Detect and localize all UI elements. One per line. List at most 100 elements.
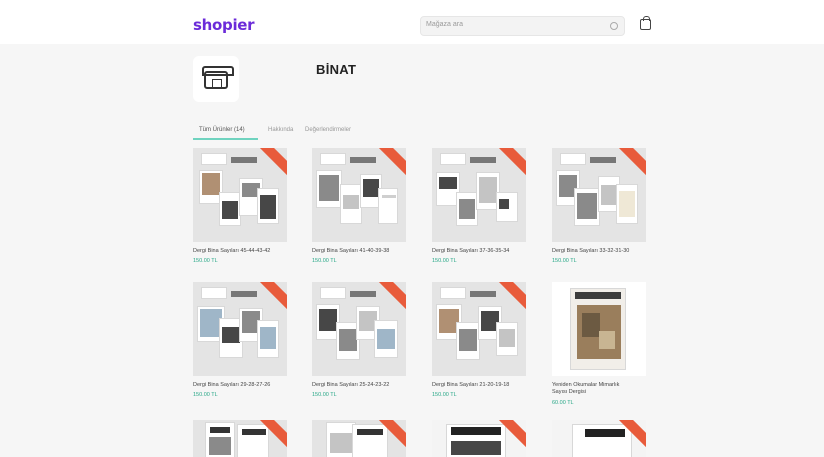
tab-reviews[interactable]: Değerlendirmeler	[305, 127, 351, 133]
store-logo	[193, 56, 239, 102]
tab-active-indicator	[193, 138, 258, 140]
product-image-detail	[616, 184, 638, 224]
shopier-logo[interactable]: shopier	[193, 16, 255, 34]
product-image-detail	[446, 424, 506, 457]
search-input[interactable]: Mağaza ara	[426, 21, 463, 28]
product-image-detail	[479, 177, 497, 203]
product-image[interactable]	[312, 148, 406, 242]
product-image-detail	[319, 309, 337, 331]
product-title[interactable]: Dergi Bina Sayıları 21-20-19-18	[432, 382, 528, 389]
product-image-detail	[210, 427, 230, 433]
product-image-detail	[440, 153, 466, 165]
product-image-detail	[350, 291, 376, 297]
product-image-detail	[209, 437, 231, 455]
product-title[interactable]: Yeniden Okumalar Mimarlık Sayısı Dergisi	[552, 382, 622, 396]
product-image-detail	[439, 177, 457, 189]
product-image-detail	[320, 153, 346, 165]
product-image-detail	[470, 291, 496, 297]
product-image-detail	[260, 327, 276, 349]
cart-icon[interactable]	[640, 16, 651, 30]
product-image-detail	[257, 320, 279, 358]
product-image[interactable]	[552, 420, 646, 457]
product-image[interactable]	[552, 148, 646, 242]
product-image-detail	[237, 424, 269, 457]
product-image-detail	[496, 322, 518, 356]
search-icon[interactable]	[610, 22, 618, 30]
product-image-detail	[459, 199, 475, 219]
product-image-detail	[499, 329, 515, 347]
product-image[interactable]	[193, 420, 287, 457]
product-price: 150.00 TL	[193, 258, 218, 264]
product-image-detail	[222, 201, 238, 219]
product-image-detail	[231, 157, 257, 163]
product-image-detail	[320, 287, 346, 299]
store-icon	[202, 66, 234, 89]
product-image-detail	[451, 427, 501, 435]
product-image-detail	[242, 429, 266, 435]
discount-ribbon	[254, 148, 287, 179]
product-image-detail	[577, 193, 597, 219]
product-image-detail	[440, 287, 466, 299]
product-image-detail	[560, 153, 586, 165]
product-image-detail	[382, 195, 396, 198]
product-image[interactable]	[193, 282, 287, 376]
product-price: 60.00 TL	[552, 400, 574, 406]
product-title[interactable]: Dergi Bina Sayıları 33-32-31-30	[552, 248, 648, 255]
product-image-detail	[601, 185, 617, 205]
product-image-detail	[205, 422, 235, 457]
product-image-detail	[357, 429, 383, 435]
product-image[interactable]	[432, 420, 526, 457]
product-price: 150.00 TL	[312, 392, 337, 398]
product-image-detail	[201, 287, 227, 299]
product-image[interactable]	[432, 282, 526, 376]
product-image-detail	[352, 424, 388, 457]
product-image-detail	[330, 433, 352, 453]
store-name: BİNAT	[316, 62, 357, 77]
product-image-detail	[343, 195, 359, 209]
product-price: 150.00 TL	[312, 258, 337, 264]
product-image[interactable]	[312, 420, 406, 457]
product-image-detail	[377, 329, 395, 349]
product-image-detail	[339, 329, 357, 351]
product-image-detail	[340, 184, 362, 224]
tab-all-products[interactable]: Tüm Ürünler (14)	[199, 127, 245, 133]
product-title[interactable]: Dergi Bina Sayıları 45-44-43-42	[193, 248, 289, 255]
discount-ribbon	[613, 148, 646, 179]
product-image-detail	[496, 192, 518, 222]
product-title[interactable]: Dergi Bina Sayıları 29-28-27-26	[193, 382, 289, 389]
product-image-detail	[499, 199, 509, 209]
product-title[interactable]: Dergi Bina Sayıları 37-36-35-34	[432, 248, 528, 255]
top-bar: shopier Mağaza ara	[0, 0, 824, 44]
product-image-detail	[350, 157, 376, 163]
product-image[interactable]	[552, 282, 646, 376]
product-image-detail	[378, 188, 398, 224]
product-image-detail	[459, 329, 477, 351]
product-image-detail	[201, 153, 227, 165]
product-image-detail	[374, 320, 398, 358]
product-image-detail	[572, 424, 632, 457]
product-price: 150.00 TL	[552, 258, 577, 264]
product-title[interactable]: Dergi Bina Sayıları 25-24-23-22	[312, 382, 408, 389]
product-image-detail	[470, 157, 496, 163]
product-image-detail	[257, 188, 279, 224]
product-image-detail	[222, 327, 240, 343]
magazine-cover	[570, 288, 626, 370]
product-image-detail	[451, 441, 501, 455]
product-image[interactable]	[193, 148, 287, 242]
product-image-detail	[619, 191, 635, 217]
product-image-detail	[260, 195, 276, 219]
product-image-detail	[363, 179, 379, 197]
product-image-detail	[574, 188, 600, 226]
product-image-detail	[456, 322, 480, 360]
product-title[interactable]: Dergi Bina Sayıları 41-40-39-38	[312, 248, 408, 255]
product-image-detail	[590, 157, 616, 163]
product-image-detail	[575, 292, 621, 299]
tab-about[interactable]: Hakkında	[268, 127, 293, 133]
product-image[interactable]	[432, 148, 526, 242]
product-image-detail	[219, 192, 241, 226]
product-image-detail	[231, 291, 257, 297]
product-image[interactable]	[312, 282, 406, 376]
search-box[interactable]: Mağaza ara	[420, 16, 625, 36]
product-image-detail	[202, 173, 220, 195]
product-price: 150.00 TL	[193, 392, 218, 398]
